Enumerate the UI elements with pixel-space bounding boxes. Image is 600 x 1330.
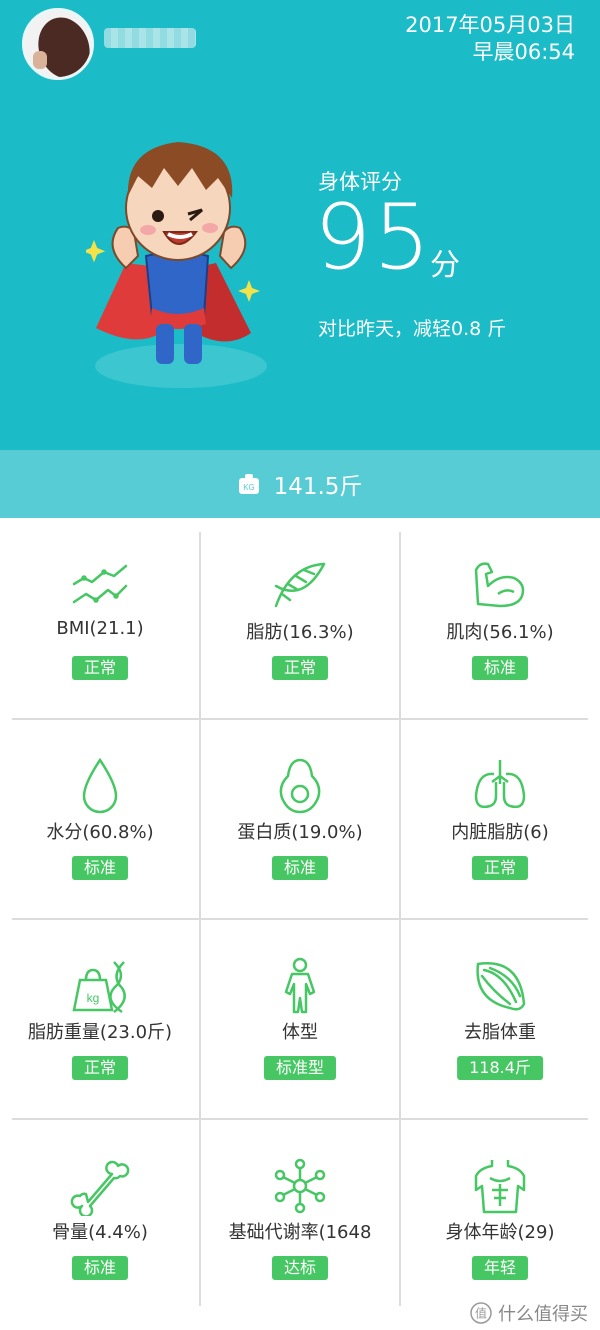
status-badge: 标准 — [71, 1256, 129, 1280]
water-drop-icon — [82, 757, 118, 814]
torso-icon — [474, 1160, 526, 1214]
metric-label: 身体年龄(29) — [445, 1222, 555, 1243]
avatar-photo — [30, 11, 91, 77]
metric-label: 去脂体重 — [464, 1022, 536, 1043]
status-badge: 正常 — [471, 856, 529, 880]
measure-time: 早晨06:54 — [472, 40, 575, 64]
metric-label: 脂肪(16.3%) — [246, 622, 354, 643]
status-badge: 正常 — [71, 1056, 129, 1080]
metric-label: 脂肪重量(23.0斤) — [27, 1022, 173, 1043]
metrics-grid: BMI(21.1) 正常 脂肪(16.3%) 正常 肌肉(56.1%) 标准 水… — [0, 518, 600, 1318]
measure-datetime: 2017年05月03日 早晨06:54 — [405, 12, 575, 66]
metric-body-age[interactable]: 身体年龄(29) 年轻 — [406, 1118, 594, 1318]
metric-bone-mass[interactable]: 骨量(4.4%) 标准 — [6, 1118, 194, 1318]
status-badge: 年轻 — [471, 1256, 529, 1280]
status-badge: 标准 — [71, 856, 129, 880]
metric-label: 基础代谢率(1648 — [228, 1222, 372, 1243]
weight-value: 141.5斤 — [273, 474, 363, 500]
trend-lines-icon — [72, 564, 128, 604]
metric-fat-weight[interactable]: kg 脂肪重量(23.0斤) 正常 — [6, 918, 194, 1118]
dna-icon — [274, 562, 326, 608]
metric-protein[interactable]: 蛋白质(19.0%) 标准 — [206, 718, 394, 918]
status-badge: 标准型 — [263, 1056, 337, 1080]
measure-date: 2017年05月03日 — [405, 13, 575, 37]
kg-weight-icon: KG — [238, 474, 259, 494]
metric-label: BMI(21.1) — [56, 618, 144, 639]
zhi-logo-icon: 值 — [470, 1302, 492, 1324]
username-blurred — [104, 28, 196, 48]
metric-fat[interactable]: 脂肪(16.3%) 正常 — [206, 518, 394, 718]
avatar-hand — [33, 51, 47, 69]
metric-body-type[interactable]: 体型 标准型 — [206, 918, 394, 1118]
status-badge: 正常 — [271, 656, 329, 680]
superhero-illustration — [86, 142, 267, 388]
status-badge: 达标 — [271, 1256, 329, 1280]
score-value: 95 — [314, 185, 433, 290]
muscle-fiber-icon — [476, 962, 526, 1011]
watermark-text: 什么值得买 — [498, 1304, 588, 1325]
header: 2017年05月03日 早晨06:54 身体评分 95 分 对比昨天，减轻0.8… — [0, 0, 600, 450]
metric-muscle[interactable]: 肌肉(56.1%) 标准 — [406, 518, 594, 718]
body-figure-icon — [284, 957, 316, 1014]
svg-text:KG: KG — [243, 483, 255, 492]
lungs-icon — [474, 760, 526, 809]
metric-label: 骨量(4.4%) — [52, 1222, 148, 1243]
molecule-icon — [274, 1158, 326, 1214]
metric-visceral-fat[interactable]: 内脏脂肪(6) 正常 — [406, 718, 594, 918]
svg-text:值: 值 — [475, 1306, 487, 1321]
metric-label: 体型 — [282, 1022, 318, 1043]
metric-lean-mass[interactable]: 去脂体重 118.4斤 — [406, 918, 594, 1118]
score-unit: 分 — [430, 248, 460, 283]
watermark: 值 什么值得买 — [470, 1300, 588, 1326]
metric-bmr[interactable]: 基础代谢率(1648 达标 — [206, 1118, 394, 1318]
metric-label: 肌肉(56.1%) — [446, 622, 554, 643]
metric-label: 内脏脂肪(6) — [451, 822, 549, 843]
metric-bmi[interactable]: BMI(21.1) 正常 — [6, 518, 194, 718]
status-badge: 标准 — [471, 656, 529, 680]
metric-water[interactable]: 水分(60.8%) 标准 — [6, 718, 194, 918]
metric-label: 蛋白质(19.0%) — [237, 822, 363, 843]
score-compare: 对比昨天，减轻0.8 斤 — [318, 318, 507, 340]
status-badge: 118.4斤 — [457, 1056, 543, 1080]
bone-icon — [70, 1160, 130, 1216]
avocado-icon — [279, 758, 321, 814]
status-badge: 正常 — [71, 656, 129, 680]
svg-text:kg: kg — [87, 991, 100, 1005]
avatar[interactable] — [22, 8, 94, 80]
weight-bar[interactable]: KG 141.5斤 — [0, 450, 600, 518]
kg-dna-icon: kg — [72, 961, 126, 1014]
biceps-icon — [474, 562, 525, 608]
status-badge: 标准 — [271, 856, 329, 880]
metric-label: 水分(60.8%) — [46, 822, 154, 843]
